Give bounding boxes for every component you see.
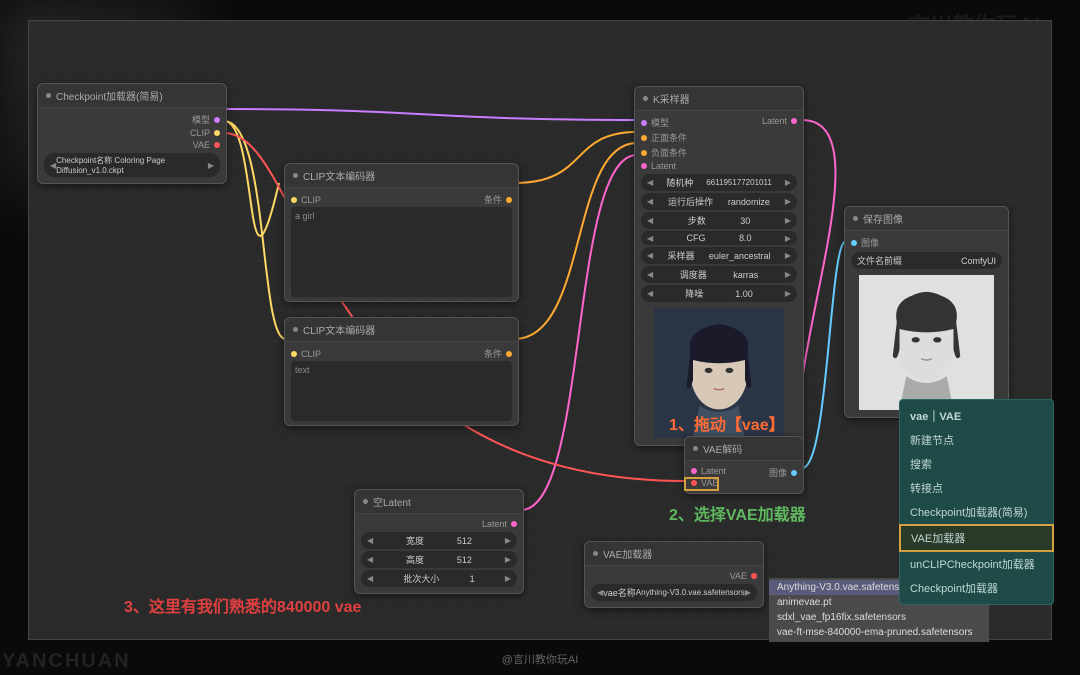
node-ksampler[interactable]: K采样器 模型 正面条件 负面条件 Latent Latent ◀随机种6611… [634, 86, 804, 446]
node-title: CLIP文本编码器 [303, 168, 375, 183]
node-title: VAE解码 [703, 441, 742, 456]
annotation-1: 1、拖动【vae】 [669, 411, 785, 435]
port-model-out[interactable] [214, 117, 220, 123]
port-clip-in[interactable] [291, 197, 297, 203]
vae-port-highlight [684, 477, 719, 491]
steps-widget[interactable]: ◀步数30▶ [641, 212, 797, 229]
annotation-3: 3、这里有我们熟悉的840000 vae [124, 593, 361, 617]
checkpoint-selector[interactable]: ◀Checkpoint名称 Coloring Page Diffusion_v1… [44, 153, 220, 177]
port-vae-out[interactable] [751, 573, 757, 579]
node-title: 保存图像 [863, 211, 903, 226]
graph-canvas[interactable]: Checkpoint加载器(简易) 模型 CLIP VAE ◀Checkpoin… [28, 20, 1052, 640]
batch-widget[interactable]: ◀批次大小1▶ [361, 570, 517, 587]
port-latent-out[interactable] [511, 521, 517, 527]
node-title: CLIP文本编码器 [303, 322, 375, 337]
prefix-widget[interactable]: 文件名前缀ComfyUI [851, 252, 1002, 269]
annotation-2: 2、选择VAE加载器 [669, 501, 806, 525]
port-cond-out[interactable] [506, 351, 512, 357]
node-save-image[interactable]: 保存图像 图像 文件名前缀ComfyUI [844, 206, 1009, 418]
node-clip-encode-positive[interactable]: CLIP文本编码器 CLIP 条件 a girl [284, 163, 519, 302]
node-title: Checkpoint加载器(简易) [56, 88, 163, 103]
after-widget[interactable]: ◀运行后操作randomize▶ [641, 193, 797, 210]
node-vae-loader[interactable]: VAE加载器 VAE ◀vae名称Anything-V3.0.vae.safet… [584, 541, 764, 608]
cfg-widget[interactable]: ◀CFG8.0▶ [641, 231, 797, 245]
width-widget[interactable]: ◀宽度512▶ [361, 532, 517, 549]
node-checkpoint-loader[interactable]: Checkpoint加载器(简易) 模型 CLIP VAE ◀Checkpoin… [37, 83, 227, 184]
context-item[interactable]: 新建节点 [900, 428, 1053, 452]
context-item[interactable]: Checkpoint加载器 [900, 576, 1053, 600]
prompt-text[interactable]: a girl [291, 207, 512, 297]
context-header: vae｜VAE [900, 404, 1053, 428]
context-item[interactable]: 搜索 [900, 452, 1053, 476]
dropdown-item[interactable]: vae-ft-mse-840000-ema-pruned.safetensors [769, 625, 989, 640]
node-clip-encode-negative[interactable]: CLIP文本编码器 CLIP 条件 text [284, 317, 519, 426]
port-latent-out[interactable] [791, 118, 797, 124]
prompt-text[interactable]: text [291, 361, 512, 421]
port-vae-out[interactable] [214, 142, 220, 148]
scheduler-widget[interactable]: ◀调度器karras▶ [641, 266, 797, 283]
node-title: 空Latent [373, 494, 411, 509]
node-title: VAE加载器 [603, 546, 652, 561]
context-item[interactable]: Checkpoint加载器(简易) [900, 500, 1053, 524]
context-item-selected[interactable]: VAE加载器 [899, 524, 1054, 552]
port-image-in[interactable] [851, 240, 857, 246]
port-clip-in[interactable] [291, 351, 297, 357]
node-title: K采样器 [653, 91, 690, 106]
port-model-in[interactable] [641, 120, 647, 126]
port-clip-out[interactable] [214, 130, 220, 136]
denoise-widget[interactable]: ◀降噪1.00▶ [641, 285, 797, 302]
port-neg-in[interactable] [641, 150, 647, 156]
port-cond-out[interactable] [506, 197, 512, 203]
context-item[interactable]: 转接点 [900, 476, 1053, 500]
sampler-widget[interactable]: ◀采样器euler_ancestral▶ [641, 247, 797, 264]
port-latent-in[interactable] [691, 468, 697, 474]
context-item[interactable]: unCLIPCheckpoint加载器 [900, 552, 1053, 576]
seed-widget[interactable]: ◀随机种661195177201011▶ [641, 174, 797, 191]
node-empty-latent[interactable]: 空Latent Latent ◀宽度512▶ ◀高度512▶ ◀批次大小1▶ [354, 489, 524, 594]
vae-name-selector[interactable]: ◀vae名称Anything-V3.0.vae.safetensors▶ [591, 584, 757, 601]
footer-text: @言川教你玩AI [0, 651, 1080, 667]
height-widget[interactable]: ◀高度512▶ [361, 551, 517, 568]
context-menu[interactable]: vae｜VAE 新建节点 搜索 转接点 Checkpoint加载器(简易) VA… [899, 399, 1054, 605]
save-preview [851, 275, 1002, 410]
port-latent-in[interactable] [641, 163, 647, 169]
port-pos-in[interactable] [641, 135, 647, 141]
port-image-out[interactable] [791, 470, 797, 476]
dropdown-item[interactable]: sdxl_vae_fp16fix.safetensors [769, 610, 989, 625]
